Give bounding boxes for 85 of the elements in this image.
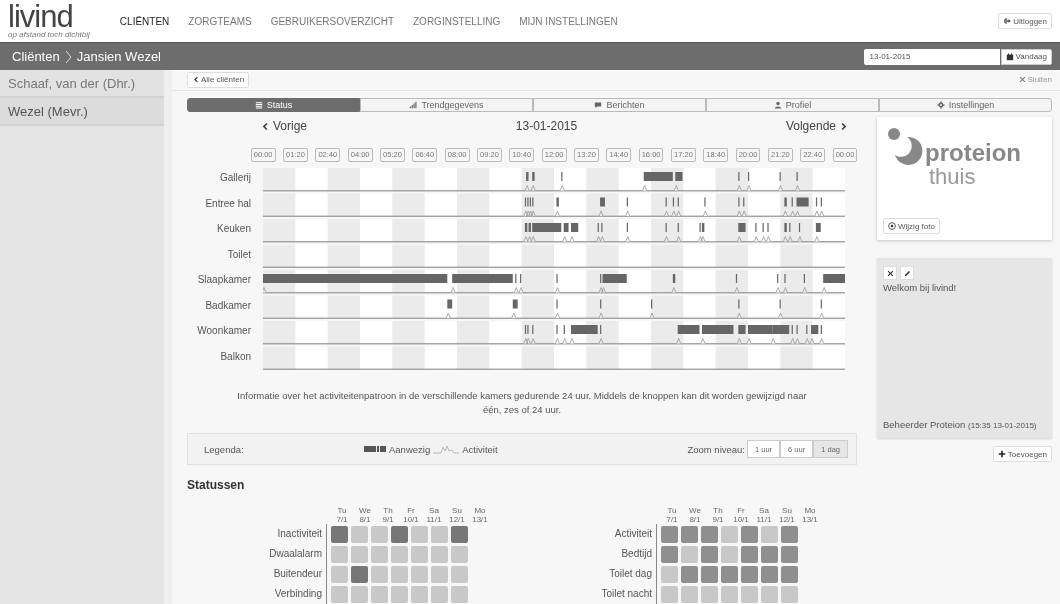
sidebar-item[interactable]: Wezel (Mevr.) <box>0 98 164 126</box>
user-icon <box>773 100 782 109</box>
breadcrumb-link[interactable]: Cliënten <box>12 49 60 64</box>
add-button[interactable]: Toevoegen <box>992 446 1052 462</box>
plus-icon <box>997 450 1006 458</box>
bar-chart-icon <box>409 100 418 109</box>
legend-item: Aanwezig <box>389 443 431 455</box>
day-header: Th 9/1 <box>381 506 395 524</box>
activity-legend-icon <box>433 444 460 454</box>
day-header: Tu 7/1 <box>335 506 349 524</box>
nav-link[interactable]: ZORGTEAMS <box>188 15 252 27</box>
breadcrumb-current: Jansien Wezel <box>76 49 161 64</box>
camera-icon <box>888 222 896 230</box>
status-label: Dwaalalarm <box>187 544 327 564</box>
room-label: Badkamer <box>204 298 252 313</box>
status-label: Activiteit <box>517 524 657 544</box>
day-header: Th 9/1 <box>711 506 725 524</box>
day-header: We 8/1 <box>688 506 702 524</box>
room-label: Balkon <box>219 349 252 364</box>
list-icon <box>254 100 263 109</box>
status-label: Toilet dag <box>517 564 657 584</box>
status-label: Buitendeur <box>187 564 327 584</box>
chevron-left-icon <box>260 121 269 131</box>
room-label: Woonkamer <box>196 324 252 338</box>
day-header: Mo 13/1 <box>801 506 819 524</box>
tab[interactable]: Trendgegevens <box>360 97 533 112</box>
settings-icon <box>936 100 945 109</box>
logo-tagline: op afstand toch dichtbij <box>8 29 90 39</box>
breadcrumb-separator-icon <box>63 49 73 64</box>
tab[interactable]: Instellingen <box>879 97 1052 112</box>
back-button[interactable]: Alle cliënten <box>187 71 250 88</box>
day-header: Tu 7/1 <box>665 506 679 524</box>
day-header: Fr 10/1 <box>732 506 750 524</box>
status-label: Inactiviteit <box>187 524 327 544</box>
day-header: Sa 11/1 <box>755 506 773 524</box>
nav-link[interactable]: CLIËNTEN <box>119 15 170 27</box>
brand-name: proteion <box>925 141 1021 165</box>
day-header: Su 12/1 <box>448 506 466 524</box>
presence-legend-icon <box>364 446 386 452</box>
status-label: Toilet nacht <box>517 584 657 604</box>
chevron-right-icon <box>840 121 849 131</box>
tab[interactable]: Status <box>187 97 360 112</box>
day-header: We 8/1 <box>358 506 372 524</box>
nav-link[interactable]: MIJN INSTELLINGEN <box>519 15 618 27</box>
status-label: Bedtijd <box>517 544 657 564</box>
brand-subtitle: thuis <box>929 165 976 189</box>
note-author: Beheerder Proteion <box>883 419 966 430</box>
day-header: Sa 11/1 <box>425 506 443 524</box>
nav-link[interactable]: ZORGINSTELLING <box>413 15 501 27</box>
today-button[interactable]: Vandaag <box>1000 48 1052 65</box>
delete-button[interactable] <box>883 266 897 280</box>
room-label: Gallerij <box>218 171 252 185</box>
tab[interactable]: Profiel <box>706 97 879 112</box>
chevron-left-icon <box>192 76 199 84</box>
legend-item: Activiteit <box>462 443 498 455</box>
note-timestamp: (15:35 13-01-2015) <box>968 421 1037 430</box>
logout-icon <box>1003 17 1012 25</box>
logout-button[interactable]: Uitloggen <box>998 13 1052 29</box>
close-icon <box>1018 76 1026 84</box>
note-text: Welkom bij livind! <box>883 282 958 295</box>
current-date: 13-01-2015 <box>515 119 578 133</box>
tab[interactable]: Berichten <box>533 97 706 112</box>
room-label: Slaapkamer <box>196 273 252 287</box>
room-label: Keuken <box>216 222 252 236</box>
day-header: Fr 10/1 <box>402 506 420 524</box>
status-label: Verbinding <box>187 584 327 604</box>
comment-icon <box>594 100 603 109</box>
zoom-label: Zoom niveau: <box>687 443 745 455</box>
logo[interactable]: livind <box>8 3 90 30</box>
close-icon <box>886 269 894 277</box>
pencil-icon <box>903 269 911 277</box>
date-field[interactable]: 13-01-2015 <box>863 48 1000 65</box>
legend-label: Legenda: <box>204 443 245 455</box>
section-heading: Statussen <box>187 478 246 492</box>
room-label: Toilet <box>226 247 252 262</box>
info-text: Informatie over het activiteitenpatroon in de verschillende kamers gedurende 24 uur. Middels de knoppen kan dit worden gewijzigd naar één, zes of 24 uur. <box>236 389 808 417</box>
edit-button[interactable] <box>900 266 914 280</box>
calendar-icon <box>1005 52 1014 61</box>
day-header: Su 12/1 <box>778 506 796 524</box>
room-label: Entree hal <box>204 196 252 211</box>
next-link[interactable]: Volgende <box>785 119 849 133</box>
change-photo-button[interactable]: Wijzig foto <box>883 218 940 234</box>
previous-link[interactable]: Vorige <box>260 119 308 133</box>
nav-link[interactable]: GEBRUIKERSOVERZICHT <box>270 15 394 27</box>
day-header: Mo 13/1 <box>471 506 489 524</box>
